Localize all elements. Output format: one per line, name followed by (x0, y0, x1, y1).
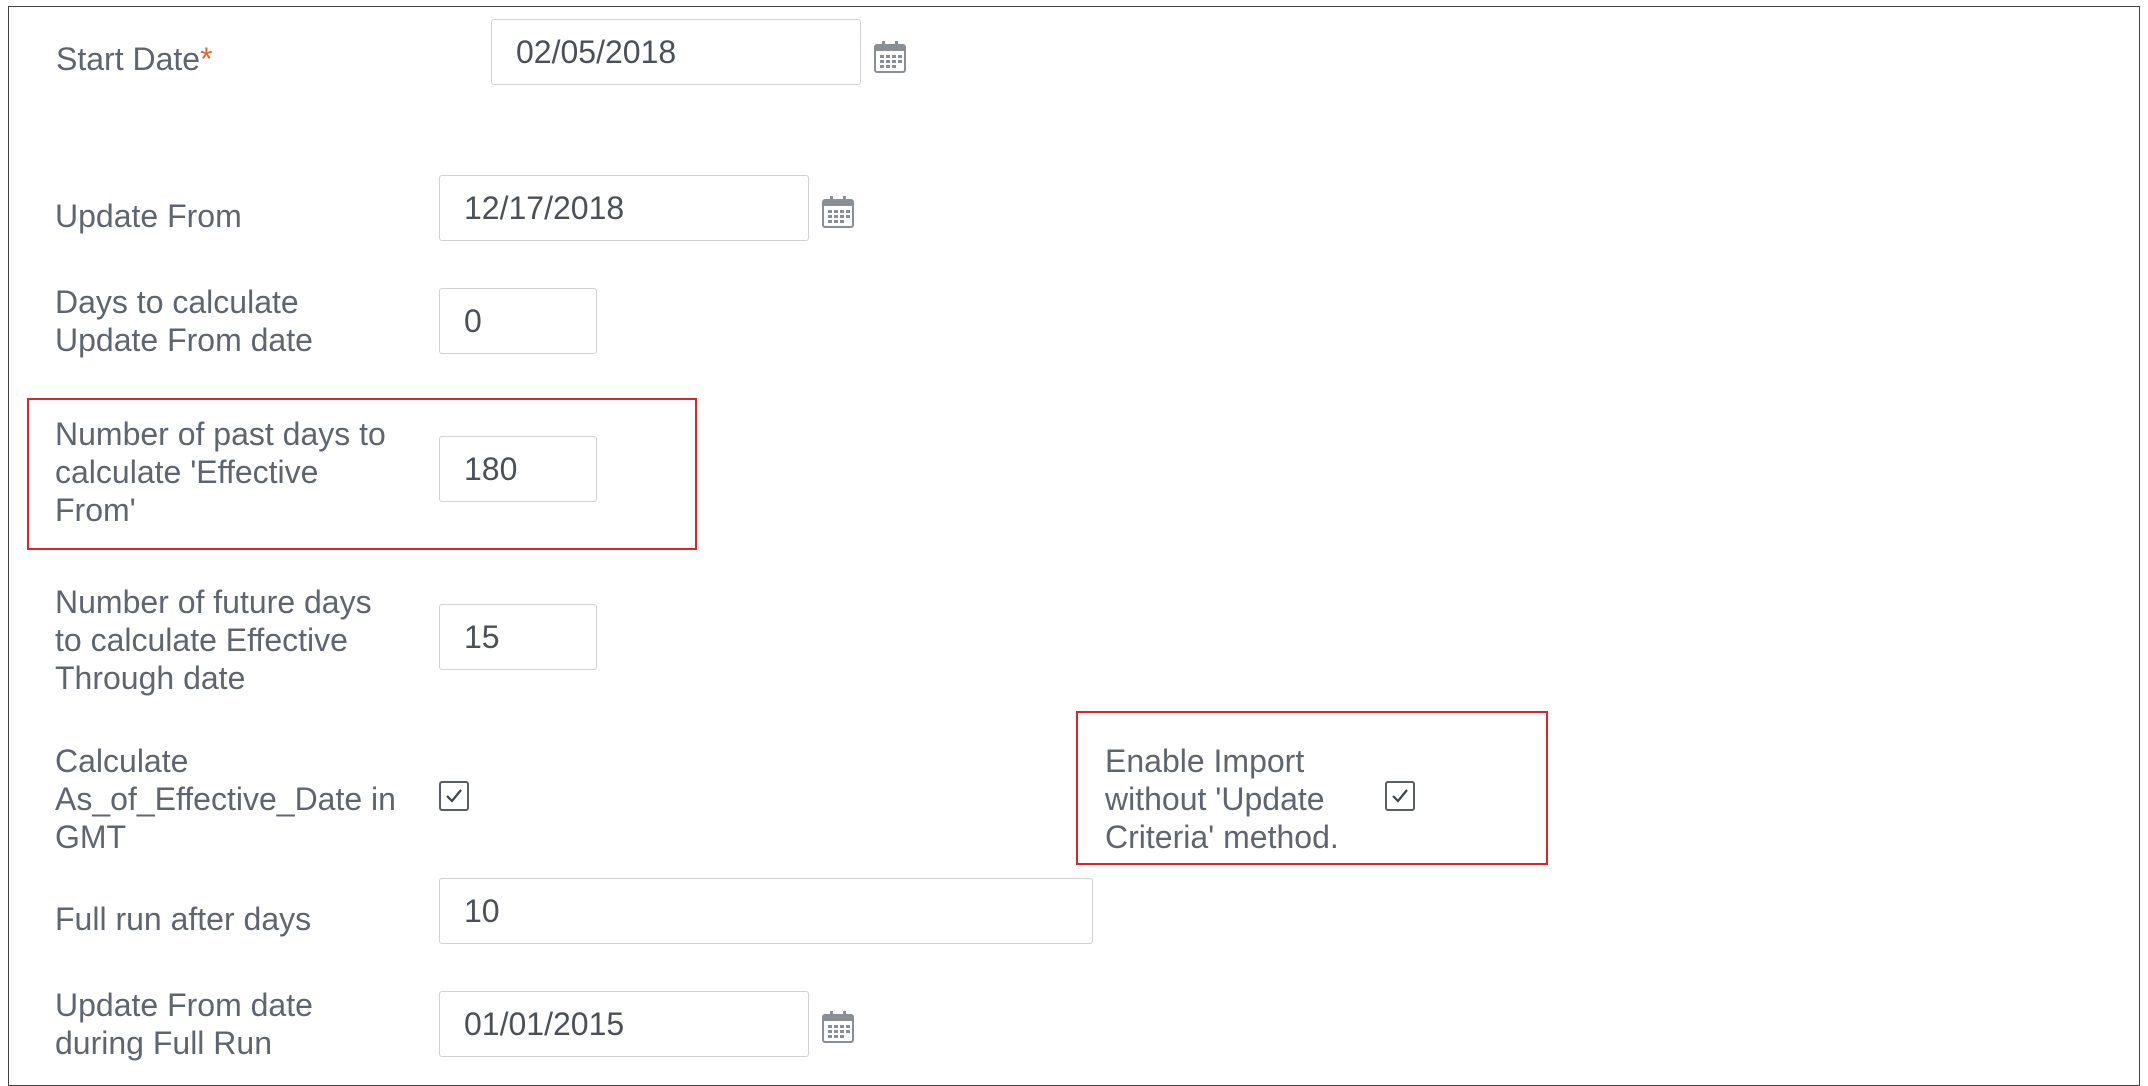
form-panel: Start Date* Update From Days to calculat… (8, 6, 2140, 1086)
label-line: without 'Update (1105, 781, 1325, 817)
enable-import-checkbox[interactable] (1385, 781, 1415, 811)
update-from-label: Update From (55, 198, 242, 234)
calendar-icon[interactable] (873, 40, 907, 74)
past-days-label: Number of past days to calculate 'Effect… (55, 415, 386, 529)
start-date-label: Start Date* (56, 40, 213, 78)
label-line: to calculate Effective (55, 622, 348, 658)
enable-import-label: Enable Import without 'Update Criteria' … (1105, 742, 1339, 856)
label-line: Number of past days to (55, 416, 386, 452)
label-line: during Full Run (55, 1025, 272, 1061)
past-days-input[interactable] (439, 436, 597, 502)
calendar-icon[interactable] (821, 195, 855, 229)
update-from-full-run-input[interactable] (439, 991, 809, 1057)
label-line: Update From date (55, 987, 313, 1023)
label-line: Enable Import (1105, 743, 1305, 779)
label-line: calculate 'Effective (55, 454, 319, 490)
future-days-input[interactable] (439, 604, 597, 670)
label-line: Number of future days (55, 584, 372, 620)
full-run-label: Full run after days (55, 901, 312, 937)
label-line: As_of_Effective_Date in (55, 781, 396, 817)
full-run-input[interactable] (439, 878, 1093, 944)
days-to-calculate-label: Days to calculate Update From date (55, 283, 313, 359)
label-line: Days to calculate (55, 284, 299, 320)
label-line: From' (55, 492, 136, 528)
days-to-calculate-input[interactable] (439, 288, 597, 354)
calc-gmt-checkbox[interactable] (439, 781, 469, 811)
required-marker: * (200, 41, 213, 77)
label-line: Through date (55, 660, 246, 696)
start-date-label-text: Start Date (56, 41, 201, 77)
update-from-input[interactable] (439, 175, 809, 241)
checkmark-icon (446, 789, 462, 803)
calendar-icon[interactable] (821, 1010, 855, 1044)
label-line: Criteria' method. (1105, 819, 1339, 855)
start-date-input[interactable] (491, 19, 861, 85)
label-line: GMT (55, 819, 127, 855)
checkmark-icon (1392, 789, 1408, 803)
future-days-label: Number of future days to calculate Effec… (55, 583, 372, 697)
update-from-full-run-label: Update From date during Full Run (55, 986, 313, 1062)
label-line: Calculate (55, 743, 189, 779)
label-line: Update From date (55, 322, 313, 358)
calc-gmt-label: Calculate As_of_Effective_Date in GMT (55, 742, 396, 856)
